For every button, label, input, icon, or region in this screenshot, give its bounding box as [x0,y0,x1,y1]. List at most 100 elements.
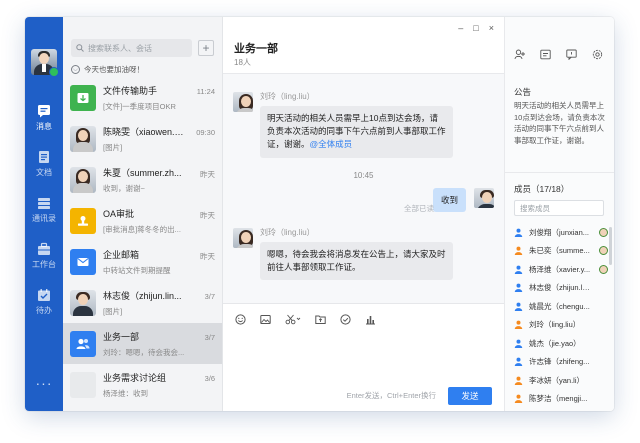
image-icon[interactable] [260,314,271,325]
member-item[interactable]: 姚晨光（chengu... [514,297,610,316]
conversation-time: 3/7 [204,292,215,301]
header-actions [514,49,604,60]
member-count: 18人 [234,58,251,67]
message-bubble[interactable]: 明天活动的相关人员需早上10点到达会场，请负责本次活动的同事下午六点前到人事部取… [260,106,453,158]
group-file-icon[interactable] [540,49,551,60]
group-info-panel: 公告 明天活动的相关人员需早上10点到达会场，请负责本次活动的同事下午六点前到人… [504,17,614,411]
person-icon [514,376,523,385]
avatar [70,289,96,316]
conversation-time: 昨天 [200,252,215,261]
send-button[interactable]: 发送 [448,387,492,405]
emoji-icon[interactable] [235,314,246,325]
nav-item-label: 通讯录 [32,214,56,223]
conversation-time: 09:30 [196,128,215,137]
conversation-item-active[interactable]: 业务一部 刘玲：嗯嗯，待会我会... 3/7 [63,323,222,364]
close-button[interactable]: × [489,23,494,33]
member-item[interactable]: 刘俊翔（junxian... [514,223,610,242]
screenshot-icon[interactable] [285,314,301,325]
message-text: 明天活动的相关人员需早上10点到达会场，请负责本次活动的同事下午六点前到人事部取… [267,113,446,150]
conversation-preview: 刘玲：嗯嗯，待会我会... [103,347,185,357]
conversation-item[interactable]: 企业邮箱 中转站文件到期提醒 昨天 [63,241,222,282]
folder-icon[interactable] [315,314,326,325]
my-message-bubble[interactable]: 收到 [432,188,466,212]
member-item[interactable]: 陈梦洁（mengji... [514,390,610,409]
conversation-preview: 杨泽维：收到 [103,388,148,398]
online-status-icon [49,67,59,77]
member-list-scrollbar[interactable] [609,227,612,265]
motto-text: 今天也要加油呀！ [84,64,144,74]
conversation-preview: [文件]一季度项目OKR [103,101,176,111]
conversation-time: 11:24 [196,87,215,96]
nav-item-label: 消息 [36,122,52,131]
conversation-name: 业务需求讨论组 [103,372,167,383]
group-icon [70,330,96,357]
conversation-item[interactable]: 朱夏（summer.zh... 收到，谢谢~ 昨天 [63,159,222,200]
member-item[interactable]: 朱已奕（summe... [514,242,610,261]
conversation-item[interactable]: 林志俊（zhijun.lin... [图片] 3/7 [63,282,222,323]
notice-text[interactable]: 明天活动的相关人员需早上10点到达会场，请负责本次活动的同事下午六点前到人事部取… [514,100,608,147]
todo-icon [38,289,50,301]
nav-item-workbench[interactable]: 工作台 [25,233,63,279]
conversation-item[interactable]: 业务需求讨论组 杨泽维：收到 3/6 [63,364,222,405]
message-timestamp: 10:45 [353,171,374,180]
member-item[interactable]: 刘玲（ling.liu） [514,316,610,335]
conversation-time: 昨天 [200,211,215,220]
chat-panel: – □ × 业务一部 18人 刘玲（ling.liu） 明天活动的相关人员需早上… [223,17,504,411]
person-icon [514,339,523,348]
member-item[interactable]: 许志锋（zhifeng... [514,353,610,372]
person-icon [514,265,523,274]
member-item[interactable]: 林志俊（zhijun.lin） [514,279,610,298]
member-list: 刘俊翔（junxian... 朱已奕（summe... 杨泽维（xavier.y… [514,223,610,408]
person-icon [514,246,523,256]
check-icon[interactable] [340,314,351,325]
search-input[interactable]: 搜索联系人、会话 [71,39,192,57]
read-status: 全部已读 [404,204,434,213]
person-icon [514,302,523,311]
member-item[interactable]: 杨泽维（xavier.y... [514,260,610,279]
settings-icon[interactable] [592,49,603,60]
person-icon [514,228,523,237]
sender-avatar[interactable] [233,228,253,248]
file-transfer-icon [70,84,96,111]
conversation-preview: [图片] [103,142,123,152]
status-motto[interactable]: ◡ 今天也要加油呀！ [63,61,222,77]
group-avatar [70,371,96,398]
nav-item-contacts[interactable]: 通讯录 [25,187,63,233]
conversation-name: 企业邮箱 [103,249,140,260]
chat-history-icon[interactable] [566,49,577,60]
add-member-icon[interactable] [514,49,525,60]
my-message-avatar[interactable] [474,188,494,208]
sender-name: 刘玲（ling.liu） [260,92,315,101]
window-controls: – □ × [458,23,494,33]
member-item[interactable]: 李冰妍（yan.li） [514,371,610,390]
nav-item-todo[interactable]: 待办 [25,279,63,325]
member-search-input[interactable]: 搜索成员 [514,200,604,216]
conversation-time: 3/7 [204,333,215,342]
mention-all[interactable]: @全体成员 [310,139,353,149]
conversation-item[interactable]: 陈晓雯（xiaowen.c... [图片] 09:30 [63,118,222,159]
add-button[interactable]: + [198,40,214,56]
mail-icon [70,248,96,275]
person-icon [514,394,523,404]
nav-item-docs[interactable]: 文档 [25,141,63,187]
document-icon [39,151,49,163]
conversation-name: OA审批 [103,208,135,219]
nav-item-messages[interactable]: 消息 [25,95,63,141]
conversation-name: 业务一部 [103,331,140,342]
conversation-item[interactable]: OA审批 [审批消息]蒋冬冬的出... 昨天 [63,200,222,241]
person-icon [514,283,523,293]
person-icon [514,320,523,330]
message-composer[interactable]: Enter发送，Ctrl+Enter换行 发送 [223,303,504,411]
maximize-button[interactable]: □ [473,23,478,33]
more-icon[interactable]: ··· [25,375,63,391]
chat-title: 业务一部 [234,43,278,55]
sender-avatar[interactable] [233,92,253,112]
search-icon [76,44,84,52]
conversation-item[interactable]: 文件传输助手 [文件]一季度项目OKR 11:24 [63,77,222,118]
minimize-button[interactable]: – [458,23,463,33]
message-bubble[interactable]: 嗯嗯，待会我会将消息发在公告上，请大家及时前往人事部领取工作证。 [260,242,453,281]
conversation-list: 搜索联系人、会话 + ◡ 今天也要加油呀！ 文件传输助手 [文件]一季度项目OK… [63,17,223,411]
member-item[interactable]: 姚杰（jie.yao） [514,334,610,353]
chat-header: – □ × 业务一部 18人 [223,17,504,74]
chart-icon[interactable] [365,314,376,325]
